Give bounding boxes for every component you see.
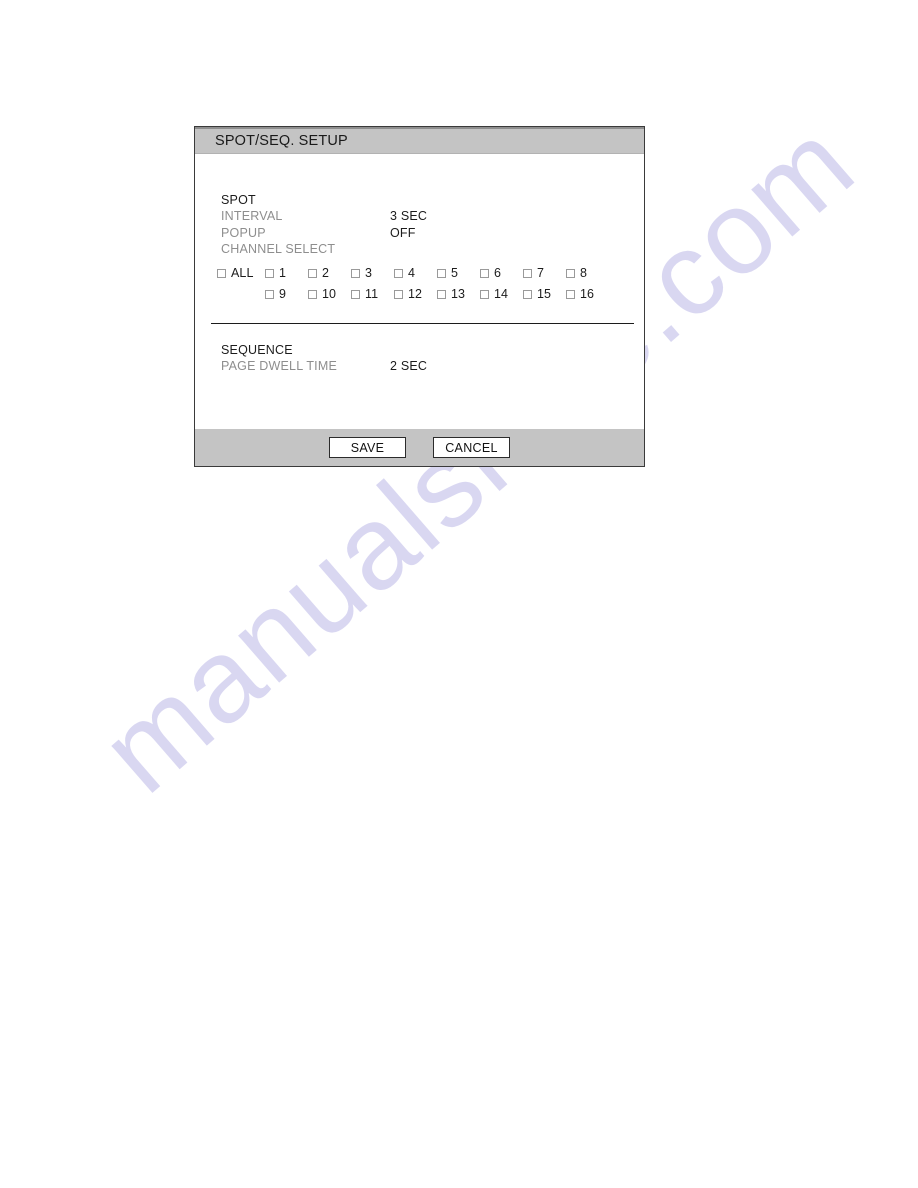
- checkbox-icon[interactable]: [566, 268, 575, 278]
- channel-checkbox-label: 10: [322, 287, 337, 302]
- channel-checkbox-label: 14: [494, 287, 509, 302]
- channel-checkbox-9[interactable]: 9: [265, 287, 308, 301]
- channel-checkbox-8[interactable]: 8: [566, 266, 609, 280]
- dialog-footer: SAVE CANCEL: [195, 429, 644, 466]
- spot-section-heading: SPOT: [221, 193, 256, 207]
- channel-checkbox-grid: ALL 1 2 3 4 5 6 7 8 9 10 11 12 13 14 15 …: [217, 263, 644, 305]
- channel-checkbox-label: 13: [451, 287, 466, 302]
- save-button[interactable]: SAVE: [329, 437, 406, 458]
- interval-label: INTERVAL: [221, 209, 283, 223]
- channel-checkbox-2[interactable]: 2: [308, 266, 351, 280]
- channel-checkbox-label: 7: [537, 266, 545, 281]
- checkbox-icon[interactable]: [480, 268, 489, 278]
- checkbox-icon[interactable]: [265, 268, 274, 278]
- interval-row[interactable]: INTERVAL 3 SEC: [221, 208, 644, 225]
- checkbox-icon[interactable]: [394, 268, 403, 278]
- channel-checkbox-label: 1: [279, 266, 287, 281]
- channel-checkbox-10[interactable]: 10: [308, 287, 351, 301]
- dialog-titlebar: SPOT/SEQ. SETUP: [195, 127, 644, 154]
- channel-checkbox-16[interactable]: 16: [566, 287, 609, 301]
- cancel-button[interactable]: CANCEL: [433, 437, 510, 458]
- dialog-title: SPOT/SEQ. SETUP: [215, 133, 348, 149]
- section-divider: [211, 323, 634, 324]
- page-dwell-time-row[interactable]: PAGE DWELL TIME 2 SEC: [221, 358, 644, 375]
- channel-checkbox-label: 4: [408, 266, 416, 281]
- channel-checkbox-1[interactable]: 1: [265, 266, 308, 280]
- channel-checkbox-15[interactable]: 15: [523, 287, 566, 301]
- checkbox-icon[interactable]: [351, 268, 360, 278]
- channel-checkbox-label: 15: [537, 287, 552, 302]
- channel-checkbox-3[interactable]: 3: [351, 266, 394, 280]
- channel-checkbox-label: 6: [494, 266, 502, 281]
- popup-label: POPUP: [221, 225, 266, 240]
- channel-row-1: ALL 1 2 3 4 5 6 7 8: [217, 263, 644, 284]
- channel-checkbox-label: 16: [580, 287, 595, 302]
- channel-checkbox-14[interactable]: 14: [480, 287, 523, 301]
- channel-checkbox-7[interactable]: 7: [523, 266, 566, 280]
- channel-select-label: CHANNEL SELECT: [221, 242, 336, 257]
- channel-checkbox-12[interactable]: 12: [394, 287, 437, 301]
- channel-checkbox-label: 9: [279, 287, 287, 302]
- spot-seq-setup-dialog: SPOT/SEQ. SETUP SPOT INTERVAL 3 SEC POPU…: [194, 126, 645, 467]
- channel-checkbox-label: 2: [322, 266, 330, 281]
- popup-row[interactable]: POPUP OFF: [221, 225, 644, 242]
- checkbox-icon[interactable]: [351, 289, 360, 299]
- sequence-section: SEQUENCE PAGE DWELL TIME 2 SEC: [195, 342, 644, 375]
- checkbox-icon[interactable]: [566, 289, 575, 299]
- popup-value[interactable]: OFF: [390, 225, 416, 242]
- checkbox-icon[interactable]: [308, 289, 317, 299]
- checkbox-icon[interactable]: [523, 289, 532, 299]
- spot-section: SPOT INTERVAL 3 SEC POPUP OFF CHANNEL SE…: [195, 192, 644, 305]
- interval-value[interactable]: 3 SEC: [390, 208, 427, 225]
- channel-checkbox-11[interactable]: 11: [351, 287, 394, 301]
- channel-checkbox-label: 12: [408, 287, 423, 302]
- channel-row-2: 9 10 11 12 13 14 15 16: [217, 284, 644, 305]
- channel-checkbox-4[interactable]: 4: [394, 266, 437, 280]
- checkbox-icon[interactable]: [437, 289, 446, 299]
- checkbox-icon[interactable]: [480, 289, 489, 299]
- channel-checkbox-label: 5: [451, 266, 459, 281]
- channel-select-row: CHANNEL SELECT: [221, 241, 644, 258]
- channel-checkbox-label: ALL: [231, 266, 254, 281]
- checkbox-icon[interactable]: [265, 289, 274, 299]
- checkbox-icon[interactable]: [394, 289, 403, 299]
- checkbox-icon[interactable]: [308, 268, 317, 278]
- channel-checkbox-all[interactable]: ALL: [217, 266, 265, 280]
- channel-checkbox-13[interactable]: 13: [437, 287, 480, 301]
- channel-checkbox-label: 8: [580, 266, 588, 281]
- dialog-body: SPOT INTERVAL 3 SEC POPUP OFF CHANNEL SE…: [195, 154, 644, 429]
- channel-checkbox-label: 11: [365, 287, 379, 302]
- checkbox-icon[interactable]: [217, 268, 226, 278]
- channel-checkbox-5[interactable]: 5: [437, 266, 480, 280]
- page-dwell-time-label: PAGE DWELL TIME: [221, 359, 337, 373]
- channel-checkbox-label: 3: [365, 266, 373, 281]
- sequence-section-heading: SEQUENCE: [221, 343, 293, 357]
- channel-checkbox-6[interactable]: 6: [480, 266, 523, 280]
- checkbox-icon[interactable]: [437, 268, 446, 278]
- checkbox-icon[interactable]: [523, 268, 532, 278]
- page-dwell-time-value[interactable]: 2 SEC: [390, 358, 427, 375]
